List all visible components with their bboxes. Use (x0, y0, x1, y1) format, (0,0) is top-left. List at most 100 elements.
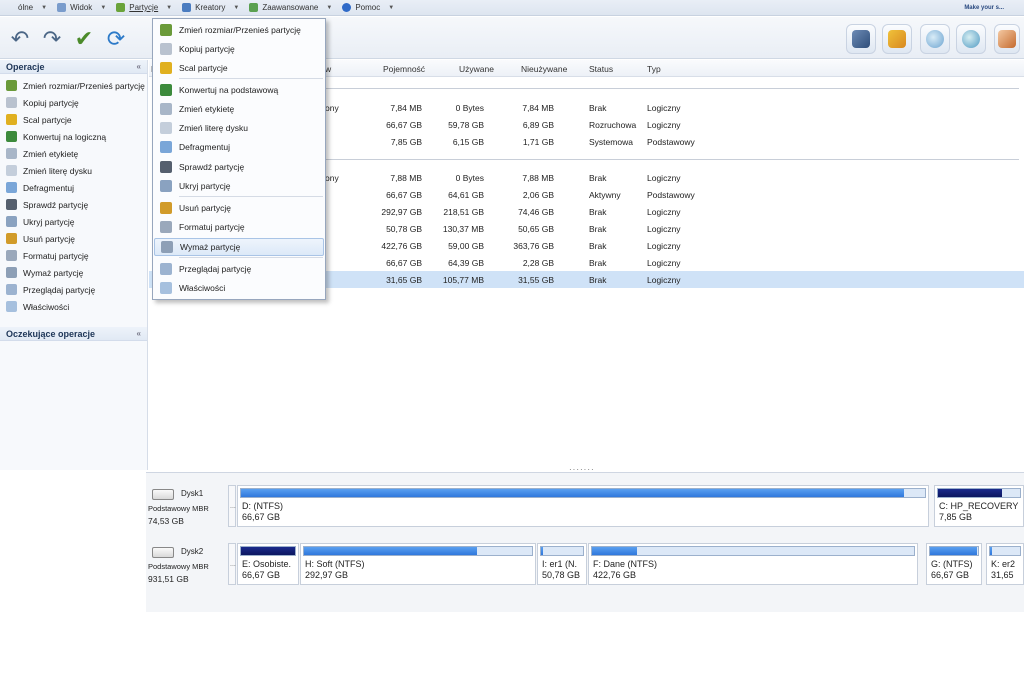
redo-button[interactable]: ↷ (38, 25, 66, 53)
dropdown-menu-item[interactable]: Usuń partycję (154, 199, 324, 217)
sidebar-operation-item[interactable]: Konwertuj na logiczną (0, 128, 147, 145)
col-type[interactable]: Typ (647, 64, 661, 74)
refresh-icon: ⟳ (106, 26, 126, 52)
menu-view[interactable]: Widok ▼ (57, 3, 106, 12)
dropdown-menu-item[interactable]: Scal partycje (154, 59, 324, 77)
partition-block[interactable]: F: Dane (NTFS) 422,76 GB (588, 543, 918, 585)
dropdown-menu-item[interactable]: Przeglądaj partycję (154, 260, 324, 278)
dropdown-menu-item[interactable]: Konwertuj na podstawową (154, 81, 324, 99)
operation-label: Zmień rozmiar/Przenieś partycję (23, 80, 145, 91)
dropdown-menu-item[interactable]: Sprawdź partycję (154, 158, 324, 176)
cell-capacity: 31,65 GB (386, 275, 422, 285)
partition-name: G: (NTFS) (931, 559, 973, 569)
partition-block[interactable]: G: (NTFS) 66,67 GB (926, 543, 982, 585)
sidebar-operation-item[interactable]: Wymaż partycję (0, 264, 147, 281)
cell-capacity: 66,67 GB (386, 190, 422, 200)
sidebar-operation-item[interactable]: Przeglądaj partycję (0, 281, 147, 298)
menu-item-label: Ukryj partycję (179, 181, 231, 191)
chart-icon (888, 30, 906, 48)
cell-unused: 7,88 MB (522, 173, 554, 183)
menu-item-label: Formatuj partycję (179, 222, 245, 232)
cell-capacity: 292,97 GB (381, 207, 422, 217)
menu-wizards[interactable]: Kreatory ▼ (182, 3, 239, 12)
advanced-icon (249, 3, 259, 12)
partition-block[interactable]: E: Osobiste. 66,67 GB (237, 543, 299, 585)
collapse-icon[interactable]: « (137, 329, 141, 338)
col-unused[interactable]: Nieużywane (521, 64, 567, 74)
menu-general[interactable]: ólne ▼ (18, 3, 47, 12)
partition-block[interactable]: D: (NTFS) 66,67 GB (237, 485, 929, 527)
partition-block[interactable]: H: Soft (NTFS) 292,97 GB (300, 543, 536, 585)
sidebar-operation-item[interactable]: Ukryj partycję (0, 213, 147, 230)
dropdown-menu-item[interactable]: Zmień etykietę (154, 100, 324, 118)
cell-used: 218,51 GB (443, 207, 484, 217)
add-disk-button[interactable] (920, 24, 950, 54)
usage-bar (303, 546, 533, 556)
sidebar-operation-item[interactable]: Zmień etykietę (0, 145, 147, 162)
sidebar-operation-item[interactable]: Formatuj partycję (0, 247, 147, 264)
operation-label: Scal partycje (23, 114, 72, 125)
col-status[interactable]: Status (589, 64, 613, 74)
menu-item-label: Zmień rozmiar/Przenieś partycję (179, 25, 301, 35)
menu-advanced[interactable]: Zaawansowane ▼ (249, 3, 332, 12)
dropdown-menu-item[interactable]: Zmień literę dysku (154, 119, 324, 137)
dropdown-menu-item[interactable]: Zmień rozmiar/Przenieś partycję (154, 21, 324, 39)
cell-used: 6,15 GB (452, 137, 484, 147)
operation-icon (6, 284, 17, 295)
cell-capacity: 66,67 GB (386, 120, 422, 130)
col-used[interactable]: Używane (459, 64, 494, 74)
dropdown-menu-item[interactable]: Ukryj partycję (154, 177, 324, 195)
dropdown-menu-item[interactable]: Defragmentuj (154, 138, 324, 156)
partition-block[interactable]: I: er1 (N. 50,78 GB (537, 543, 587, 585)
apply-button[interactable]: ✔ (70, 25, 98, 53)
dropdown-menu-item[interactable]: Wymaż partycję (154, 238, 324, 256)
sidebar-operation-item[interactable]: Właściwości (0, 298, 147, 315)
pending-header[interactable]: Oczekujące operacje « (0, 327, 147, 341)
menu-partitions[interactable]: Partycje ▼ (116, 3, 172, 12)
disk-group-divider (319, 88, 1019, 89)
undo-icon: ↶ (10, 26, 30, 52)
partition-size: 422,76 GB (593, 570, 637, 580)
add-disk-icon (926, 30, 944, 48)
operation-icon (6, 301, 17, 312)
operations-header[interactable]: Operacje « (0, 60, 147, 74)
refresh-button[interactable]: ⟳ (102, 25, 130, 53)
sidebar-operation-item[interactable]: Sprawdź partycję (0, 196, 147, 213)
cell-status: Brak (589, 207, 607, 217)
partition-block[interactable]: K: er2 31,65 (986, 543, 1024, 585)
sidebar-operation-item[interactable]: Scal partycje (0, 111, 147, 128)
view-icon (57, 3, 67, 12)
sidebar-operation-item[interactable]: Defragmentuj (0, 179, 147, 196)
dropdown-menu-item[interactable]: Właściwości (154, 279, 324, 297)
col-capacity[interactable]: Pojemność (383, 64, 425, 74)
cell-status: Brak (589, 173, 607, 183)
sidebar-operation-item[interactable]: Zmień literę dysku (0, 162, 147, 179)
usage-fill (241, 547, 295, 555)
partition-block[interactable]: C: HP_RECOVERY 7,85 GB (934, 485, 1024, 527)
partition-size: 50,78 GB (542, 570, 581, 580)
dropdown-menu-item[interactable]: Formatuj partycję (154, 218, 324, 236)
manual-button[interactable] (994, 24, 1020, 54)
partition-block-reserved[interactable]: ... (228, 485, 236, 527)
cell-used: 0 Bytes (455, 103, 484, 113)
usage-bar (540, 546, 584, 556)
partition-size: 66,67 GB (242, 570, 281, 580)
sidebar-operation-item[interactable]: Zmień rozmiar/Przenieś partycję (0, 77, 147, 94)
cell-status: Brak (589, 224, 607, 234)
cell-type: Logiczny (647, 103, 681, 113)
network-button[interactable] (956, 24, 986, 54)
undo-button[interactable]: ↶ (6, 25, 34, 53)
cell-status: Systemowa (589, 137, 633, 147)
menu-help[interactable]: Pomoc ▼ (342, 3, 394, 12)
chart-tool-button[interactable] (882, 24, 912, 54)
disk-tool-button[interactable] (846, 24, 876, 54)
sidebar-operation-item[interactable]: Kopiuj partycję (0, 94, 147, 111)
partition-block-reserved[interactable]: ... (228, 543, 236, 585)
disk-1[interactable]: Dysk1 Podstawowy MBR 74,53 GB ... D: (NT… (146, 485, 1024, 527)
cell-capacity: 7,88 MB (390, 173, 422, 183)
disk-2[interactable]: Dysk2 Podstawowy MBR 931,51 GB ... E: Os… (146, 543, 1024, 585)
dropdown-menu-item[interactable]: Kopiuj partycję (154, 40, 324, 58)
sidebar-operation-item[interactable]: Usuń partycję (0, 230, 147, 247)
redo-icon: ↷ (42, 26, 62, 52)
collapse-icon[interactable]: « (137, 62, 141, 71)
